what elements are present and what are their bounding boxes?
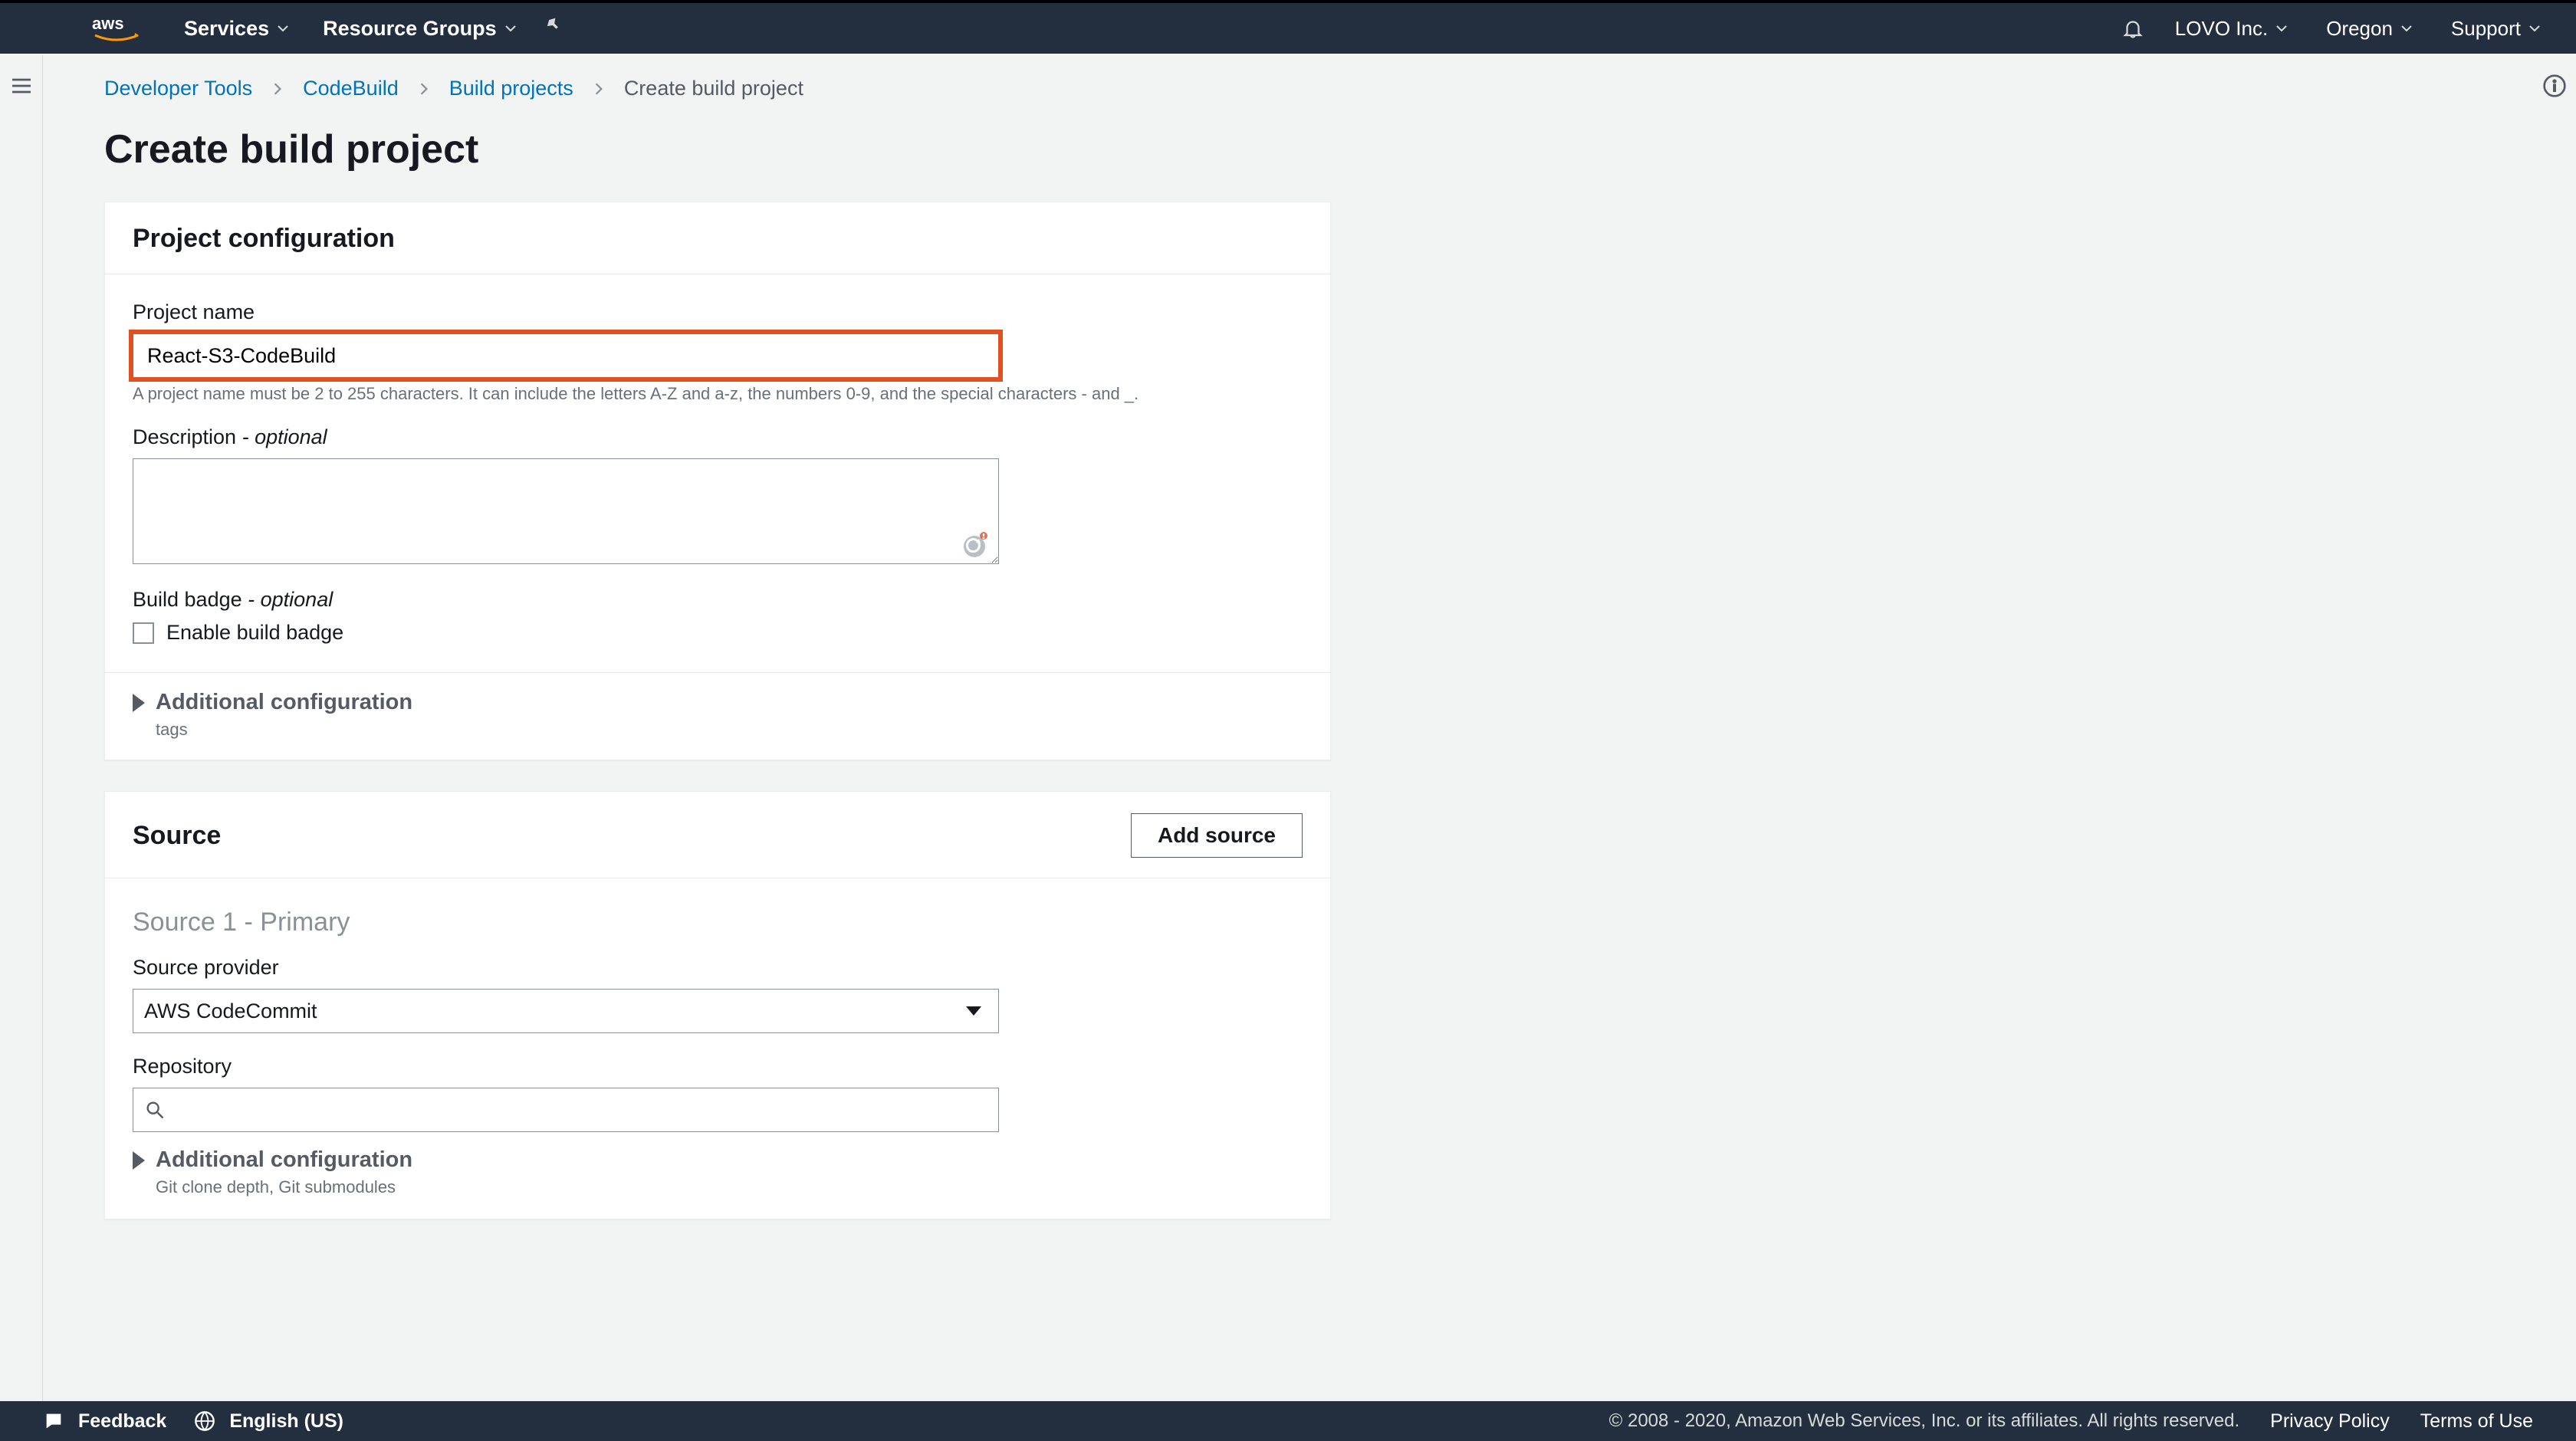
expander-triangle-icon — [133, 1151, 145, 1170]
source-additional-config-toggle[interactable]: Additional configuration — [133, 1147, 1303, 1173]
chevron-right-icon — [592, 82, 606, 96]
chevron-down-icon — [2528, 22, 2541, 34]
footer-copyright: © 2008 - 2020, Amazon Web Services, Inc.… — [1609, 1410, 2240, 1432]
chevron-down-icon — [504, 22, 517, 34]
source-additional-config-subtitle: Git clone depth, Git submodules — [156, 1177, 1303, 1197]
nav-services[interactable]: Services — [167, 3, 306, 54]
panel-project-configuration: Project configuration Project name A pro… — [104, 202, 1331, 760]
breadcrumb-codebuild[interactable]: CodeBuild — [303, 77, 399, 100]
nav-account-label: LOVO Inc. — [2175, 17, 2268, 41]
aws-logo[interactable]: aws — [92, 14, 141, 43]
add-source-button[interactable]: Add source — [1131, 813, 1303, 858]
grammarly-icon[interactable] — [961, 531, 988, 559]
description-textarea[interactable] — [133, 458, 999, 564]
chevron-down-icon — [2400, 22, 2413, 34]
page-title: Create build project — [104, 126, 2472, 172]
enable-build-badge-label: Enable build badge — [166, 621, 343, 645]
enable-build-badge-row[interactable]: Enable build badge — [133, 621, 1303, 645]
nav-services-label: Services — [184, 17, 269, 41]
nav-resource-groups[interactable]: Resource Groups — [306, 3, 534, 54]
info-panel-toggle[interactable] — [2533, 55, 2576, 98]
build-badge-label: Build badge - optional — [133, 588, 1303, 612]
nav-region[interactable]: Oregon — [2318, 3, 2420, 54]
footer-terms-link[interactable]: Terms of Use — [2420, 1410, 2533, 1433]
footer-feedback-label: Feedback — [78, 1410, 166, 1433]
breadcrumb-build-projects[interactable]: Build projects — [449, 77, 573, 100]
breadcrumb: Developer Tools CodeBuild Build projects… — [104, 69, 2472, 113]
chevron-down-icon — [2275, 22, 2288, 34]
project-additional-config-toggle[interactable]: Additional configuration — [133, 690, 1303, 715]
repository-label: Repository — [133, 1055, 1303, 1078]
nav-support[interactable]: Support — [2443, 3, 2548, 54]
select-caret-icon — [966, 1006, 981, 1016]
sidebar-collapse[interactable] — [0, 55, 43, 1403]
hamburger-icon — [9, 74, 34, 98]
info-icon — [2542, 74, 2567, 98]
source-provider-label: Source provider — [133, 956, 1303, 980]
breadcrumb-devtools[interactable]: Developer Tools — [104, 77, 252, 100]
aws-logo-icon: aws — [92, 14, 141, 43]
project-name-label: Project name — [133, 300, 1303, 324]
search-icon — [144, 1099, 166, 1121]
globe-icon — [194, 1410, 215, 1432]
source-provider-value: AWS CodeCommit — [144, 1000, 317, 1023]
footer-feedback[interactable]: Feedback — [43, 1410, 166, 1433]
source-title: Source — [133, 821, 221, 851]
nav-pin-icon[interactable] — [543, 15, 564, 42]
project-name-input[interactable] — [133, 333, 999, 378]
chevron-right-icon — [271, 82, 284, 96]
project-name-hint: A project name must be 2 to 255 characte… — [133, 384, 1303, 404]
expander-triangle-icon — [133, 694, 145, 712]
chevron-right-icon — [417, 82, 431, 96]
source-primary-title: Source 1 - Primary — [133, 908, 1303, 937]
top-nav: aws Services Resource Groups LOVO Inc. O… — [0, 0, 2576, 54]
project-config-title: Project configuration — [133, 224, 395, 254]
panel-source: Source Add source Source 1 - Primary Sou… — [104, 791, 1331, 1219]
repository-search-input[interactable] — [133, 1088, 999, 1132]
nav-region-label: Oregon — [2326, 17, 2393, 41]
nav-account[interactable]: LOVO Inc. — [2167, 3, 2295, 54]
source-provider-select[interactable]: AWS CodeCommit — [133, 989, 999, 1033]
footer-privacy-link[interactable]: Privacy Policy — [2270, 1410, 2390, 1433]
chevron-down-icon — [277, 22, 289, 34]
project-additional-config-subtitle: tags — [156, 720, 1303, 740]
description-label: Description - optional — [133, 425, 1303, 449]
nav-resource-groups-label: Resource Groups — [323, 17, 497, 41]
notifications-icon[interactable] — [2121, 16, 2144, 41]
footer-language-label: English (US) — [229, 1410, 343, 1433]
svg-text:aws: aws — [92, 14, 124, 33]
source-additional-config-title: Additional configuration — [156, 1147, 412, 1173]
chat-icon — [43, 1410, 64, 1432]
footer-language[interactable]: English (US) — [194, 1410, 343, 1433]
project-additional-config-title: Additional configuration — [156, 690, 412, 715]
main-content: Developer Tools CodeBuild Build projects… — [43, 54, 2533, 1219]
enable-build-badge-checkbox[interactable] — [133, 622, 154, 644]
nav-support-label: Support — [2451, 17, 2521, 41]
footer: Feedback English (US) © 2008 - 2020, Ama… — [0, 1401, 2576, 1441]
breadcrumb-current: Create build project — [624, 77, 803, 100]
